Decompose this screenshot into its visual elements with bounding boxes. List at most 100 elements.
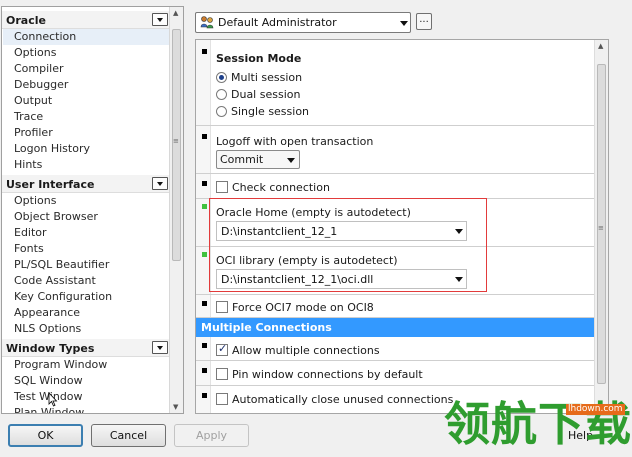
profile-dropdown[interactable]: Default Administrator: [195, 12, 411, 33]
nav-item[interactable]: SQL Window: [3, 373, 169, 389]
oci-library-row: OCI library (empty is autodetect) D:\ins…: [196, 247, 596, 295]
setting-marker: [202, 393, 207, 398]
setting-marker: [202, 343, 207, 348]
check-connection-checkbox[interactable]: [216, 181, 228, 193]
force-oci7-row: Force OCI7 mode on OCI8: [196, 295, 596, 318]
oracle-home-title: Oracle Home (empty is autodetect): [216, 206, 411, 219]
left-scrollbar[interactable]: ▲ ≡ ▼: [169, 7, 183, 413]
cancel-button[interactable]: Cancel: [91, 424, 166, 447]
nav-item[interactable]: Debugger: [3, 77, 169, 93]
radio-single-session[interactable]: [216, 106, 227, 117]
allow-multiple-label[interactable]: Allow multiple connections: [232, 344, 380, 357]
nav-item[interactable]: Plan Window: [3, 405, 169, 413]
watermark-url: lhdown.com: [566, 404, 625, 415]
nav-item[interactable]: Appearance: [3, 305, 169, 321]
grip-icon: ≡: [173, 137, 179, 145]
radio-dual-session[interactable]: [216, 89, 227, 100]
nav-item[interactable]: Connection: [3, 29, 169, 45]
modified-marker: [202, 252, 207, 257]
chevron-down-icon: [400, 21, 408, 26]
mouse-cursor-icon: [48, 392, 58, 407]
chevron-down-icon: [455, 277, 463, 282]
setting-marker: [202, 181, 207, 186]
collapse-toggle-icon[interactable]: [152, 177, 168, 190]
chevron-down-icon: [287, 158, 295, 163]
nav-section-title: Oracle: [6, 14, 46, 27]
nav-item[interactable]: Logon History: [3, 141, 169, 157]
check-connection-row: Check connection: [196, 174, 596, 199]
ok-button[interactable]: OK: [8, 424, 83, 447]
radio-multi-session-label[interactable]: Multi session: [231, 71, 302, 84]
radio-multi-session[interactable]: [216, 72, 227, 83]
oci-library-title: OCI library (empty is autodetect): [216, 254, 398, 267]
force-oci7-label[interactable]: Force OCI7 mode on OCI8: [232, 301, 374, 314]
oracle-home-row: Oracle Home (empty is autodetect) D:\ins…: [196, 199, 596, 247]
session-mode-title: Session Mode: [216, 52, 302, 65]
pin-connections-label[interactable]: Pin window connections by default: [232, 368, 423, 381]
nav-item[interactable]: Key Configuration: [3, 289, 169, 305]
scroll-down-icon[interactable]: ▼: [173, 403, 178, 411]
nav-item[interactable]: Hints: [3, 157, 169, 173]
nav-item[interactable]: Options: [3, 45, 169, 61]
nav-item[interactable]: Options: [3, 193, 169, 209]
nav-section-header[interactable]: User Interface: [2, 175, 170, 193]
setting-marker: [202, 134, 207, 139]
nav-item[interactable]: Test Window: [3, 389, 169, 405]
pin-connections-checkbox[interactable]: [216, 368, 228, 380]
chevron-down-icon: [455, 229, 463, 234]
row-gutter: [196, 386, 211, 413]
oracle-home-value: D:\instantclient_12_1: [221, 225, 338, 238]
oracle-home-combo[interactable]: D:\instantclient_12_1: [216, 221, 467, 241]
apply-button[interactable]: Apply: [174, 424, 249, 447]
nav-item[interactable]: Code Assistant: [3, 273, 169, 289]
nav-item[interactable]: Object Browser: [3, 209, 169, 225]
more-profiles-button[interactable]: ...: [416, 13, 432, 30]
nav-item[interactable]: Editor: [3, 225, 169, 241]
left-scroll-thumb[interactable]: ≡: [172, 29, 181, 261]
nav-section-title: Window Types: [6, 342, 95, 355]
nav-section-header[interactable]: Oracle: [2, 11, 170, 29]
nav-item[interactable]: Compiler: [3, 61, 169, 77]
allow-multiple-checkbox[interactable]: [216, 342, 228, 356]
nav-item[interactable]: PL/SQL Beautifier: [3, 257, 169, 273]
force-oci7-checkbox[interactable]: [216, 301, 228, 313]
setting-marker: [202, 301, 207, 306]
auto-close-checkbox[interactable]: [216, 393, 228, 405]
settings-list: Session Mode Multi session Dual session …: [195, 39, 609, 414]
profile-dropdown-value: Default Administrator: [218, 16, 337, 29]
radio-single-session-label[interactable]: Single session: [231, 105, 309, 118]
allow-multiple-row: Allow multiple connections: [196, 337, 596, 361]
logoff-select[interactable]: Commit: [216, 150, 300, 169]
check-connection-label[interactable]: Check connection: [232, 181, 330, 194]
nav-item[interactable]: Trace: [3, 109, 169, 125]
right-scrollbar[interactable]: ▲ ≡ ▼: [594, 40, 608, 413]
row-gutter: [196, 295, 211, 317]
grip-icon: ≡: [598, 224, 604, 232]
oci-library-value: D:\instantclient_12_1\oci.dll: [221, 273, 374, 286]
nav-section-header[interactable]: Window Types: [2, 339, 170, 357]
nav-item[interactable]: Output: [3, 93, 169, 109]
radio-dual-session-label[interactable]: Dual session: [231, 88, 300, 101]
oci-library-combo[interactable]: D:\instantclient_12_1\oci.dll: [216, 269, 467, 289]
modified-marker: [202, 204, 207, 209]
pin-connections-row: Pin window connections by default: [196, 361, 596, 386]
setting-marker: [202, 368, 207, 373]
row-gutter: [196, 174, 211, 198]
collapse-toggle-icon[interactable]: [152, 13, 168, 26]
nav-item[interactable]: Program Window: [3, 357, 169, 373]
user-profile-icon: [200, 16, 214, 29]
logoff-select-value: Commit: [220, 153, 264, 166]
setting-marker: [202, 49, 207, 54]
nav-item[interactable]: Profiler: [3, 125, 169, 141]
auto-close-label[interactable]: Automatically close unused connections: [232, 393, 453, 406]
row-gutter: [196, 361, 211, 385]
scroll-up-icon[interactable]: ▲: [598, 42, 603, 50]
nav-item[interactable]: NLS Options: [3, 321, 169, 337]
options-tree: Oracle Connection Options Compiler Debugger O…: [1, 6, 184, 414]
logoff-title: Logoff with open transaction: [216, 135, 374, 148]
scroll-up-icon[interactable]: ▲: [173, 9, 178, 17]
multiple-connections-header: Multiple Connections: [196, 318, 608, 337]
nav-item[interactable]: Fonts: [3, 241, 169, 257]
right-scroll-thumb[interactable]: ≡: [597, 64, 606, 384]
collapse-toggle-icon[interactable]: [152, 341, 168, 354]
